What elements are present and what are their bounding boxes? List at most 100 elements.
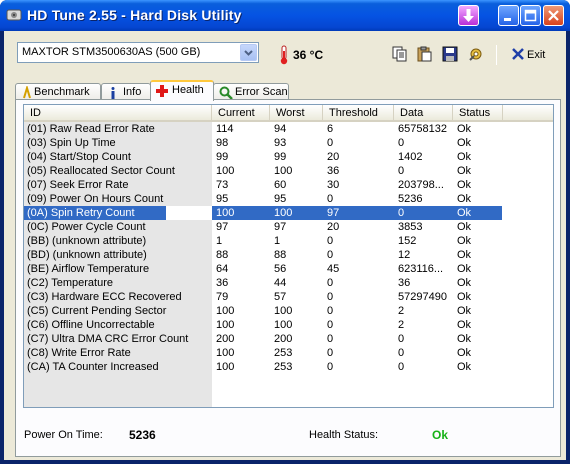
column-header-id[interactable]: ID xyxy=(24,105,212,122)
table-row[interactable]: (BD) (unknown attribute) 88 88 0 12 Ok xyxy=(24,248,553,262)
dropdown-arrow-button[interactable] xyxy=(240,44,257,61)
table-row[interactable]: (BE) Airflow Temperature 64 56 45 623116... O… xyxy=(24,262,553,276)
table-row[interactable]: (C5) Current Pending Sector 100 100 0 2 Ok xyxy=(24,304,553,318)
cell-id: (C6) Offline Uncorrectable xyxy=(27,319,155,331)
cell-threshold: 0 xyxy=(327,361,334,373)
table-row[interactable]: (09) Power On Hours Count 95 95 0 5236 Ok xyxy=(24,192,553,206)
cell-threshold: 0 xyxy=(327,249,334,261)
table-row[interactable]: (C2) Temperature 36 44 0 36 Ok xyxy=(24,276,553,290)
cell-worst: 100 xyxy=(274,319,293,331)
cell-current: 200 xyxy=(216,333,235,345)
drive-select[interactable]: MAXTOR STM3500630AS (500 GB) xyxy=(17,42,259,63)
table-row[interactable]: (01) Raw Read Error Rate 114 94 6 65758132 Ok xyxy=(24,122,553,136)
table-row[interactable]: (07) Seek Error Rate 73 60 30 203798... Ok xyxy=(24,178,553,192)
cell-current: 99 xyxy=(216,151,229,163)
table-row[interactable]: (C6) Offline Uncorrectable 100 100 0 2 Ok xyxy=(24,318,553,332)
cell-data: 623116... xyxy=(398,263,444,275)
health-icon xyxy=(156,85,168,97)
cell-id: (C8) Write Error Rate xyxy=(27,347,131,359)
cell-id: (C3) Hardware ECC Recovered xyxy=(27,291,182,303)
cell-data: 0 xyxy=(398,347,405,359)
table-row[interactable]: (C8) Write Error Rate 100 253 0 0 Ok xyxy=(24,346,553,360)
cell-id: (04) Start/Stop Count xyxy=(27,151,131,163)
save-button[interactable] xyxy=(439,43,461,65)
cell-threshold: 0 xyxy=(327,291,334,303)
cell-status: Ok xyxy=(457,193,472,205)
cell-current: 95 xyxy=(216,193,229,205)
cell-status: Ok xyxy=(457,123,472,135)
table-row[interactable]: (05) Reallocated Sector Count 100 100 36 0 Ok xyxy=(24,164,553,178)
cell-current: 64 xyxy=(216,263,229,275)
table-row[interactable]: (04) Start/Stop Count 99 99 20 1402 Ok xyxy=(24,150,553,164)
cell-id: (BB) (unknown attribute) xyxy=(27,235,147,247)
toolbar-separator xyxy=(496,45,497,65)
table-row[interactable]: (C7) Ultra DMA CRC Error Count 200 200 0 0 Ok xyxy=(24,332,553,346)
cell-threshold: 0 xyxy=(327,347,334,359)
cell-status: Ok xyxy=(457,263,472,275)
thermometer-icon xyxy=(280,45,288,65)
cell-current: 88 xyxy=(216,249,229,261)
table-row[interactable]: (03) Spin Up Time 98 93 0 0 Ok xyxy=(24,136,553,150)
table-row[interactable]: (BB) (unknown attribute) 1 1 0 152 Ok xyxy=(24,234,553,248)
column-header-current[interactable]: Current xyxy=(212,105,270,122)
column-header-threshold[interactable]: Threshold xyxy=(323,105,394,122)
copy-icon xyxy=(392,46,407,62)
cell-status: Ok xyxy=(457,333,472,345)
options-button[interactable] xyxy=(465,43,487,65)
copy-button[interactable] xyxy=(389,43,411,65)
cell-data: 0 xyxy=(398,361,405,373)
close-button[interactable] xyxy=(543,5,564,26)
cell-id: (C5) Current Pending Sector xyxy=(27,305,167,317)
cell-id: (BD) (unknown attribute) xyxy=(27,249,147,261)
app-window: HD Tune 2.55 - Hard Disk Utility MAXTOR … xyxy=(0,0,570,464)
benchmark-icon xyxy=(23,86,31,99)
cell-worst: 56 xyxy=(274,263,287,275)
health-status-value: Ok xyxy=(432,428,449,442)
cell-worst: 1 xyxy=(274,235,281,247)
cell-current: 100 xyxy=(216,319,235,331)
column-header-worst[interactable]: Worst xyxy=(270,105,323,122)
cell-worst: 97 xyxy=(274,221,287,233)
table-row[interactable]: (0A) Spin Retry Count 100 100 97 0 Ok xyxy=(24,206,553,220)
cell-threshold: 20 xyxy=(327,221,340,233)
cell-worst: 100 xyxy=(274,165,293,177)
power-on-time-value: 5236 xyxy=(129,428,156,442)
table-row[interactable]: (CA) TA Counter Increased 100 253 0 0 Ok xyxy=(24,360,553,374)
clipboard-icon xyxy=(417,46,432,62)
app-icon xyxy=(6,9,22,21)
cell-current: 97 xyxy=(216,221,229,233)
cell-data: 3853 xyxy=(398,221,423,233)
cell-data: 152 xyxy=(398,235,417,247)
cell-id: (C7) Ultra DMA CRC Error Count xyxy=(27,333,189,345)
error-scan-icon xyxy=(219,86,233,100)
cell-data: 2 xyxy=(398,319,405,331)
table-row[interactable]: (C3) Hardware ECC Recovered 79 57 0 57297490… xyxy=(24,290,553,304)
table-row[interactable]: (0C) Power Cycle Count 97 97 20 3853 Ok xyxy=(24,220,553,234)
tab-health[interactable]: Health xyxy=(150,80,214,101)
copy-all-button[interactable] xyxy=(413,43,435,65)
maximize-icon xyxy=(524,9,537,22)
smart-attributes-list[interactable]: ID Current Worst Threshold Data Status (… xyxy=(23,104,554,408)
cell-id: (09) Power On Hours Count xyxy=(27,193,164,205)
download-button[interactable] xyxy=(458,5,479,26)
cell-status: Ok xyxy=(457,137,472,149)
cell-id: (C2) Temperature xyxy=(27,277,113,289)
cell-current: 100 xyxy=(216,165,235,177)
cell-data: 0 xyxy=(398,165,405,177)
cell-current: 100 xyxy=(216,207,235,219)
maximize-button[interactable] xyxy=(520,5,541,26)
cell-status: Ok xyxy=(457,277,472,289)
cell-status: Ok xyxy=(457,179,472,191)
arrow-down-icon xyxy=(463,9,474,22)
column-header-status[interactable]: Status xyxy=(453,105,503,122)
cell-threshold: 0 xyxy=(327,333,334,345)
cell-current: 100 xyxy=(216,305,235,317)
exit-button[interactable]: Exit xyxy=(507,44,547,66)
cell-current: 79 xyxy=(216,291,229,303)
cell-threshold: 0 xyxy=(327,235,334,247)
title-bar[interactable]: HD Tune 2.55 - Hard Disk Utility xyxy=(0,0,570,31)
cell-data: 12 xyxy=(398,249,411,261)
column-header-data[interactable]: Data xyxy=(394,105,453,122)
minimize-button[interactable] xyxy=(498,5,519,26)
cell-data: 65758132 xyxy=(398,123,447,135)
